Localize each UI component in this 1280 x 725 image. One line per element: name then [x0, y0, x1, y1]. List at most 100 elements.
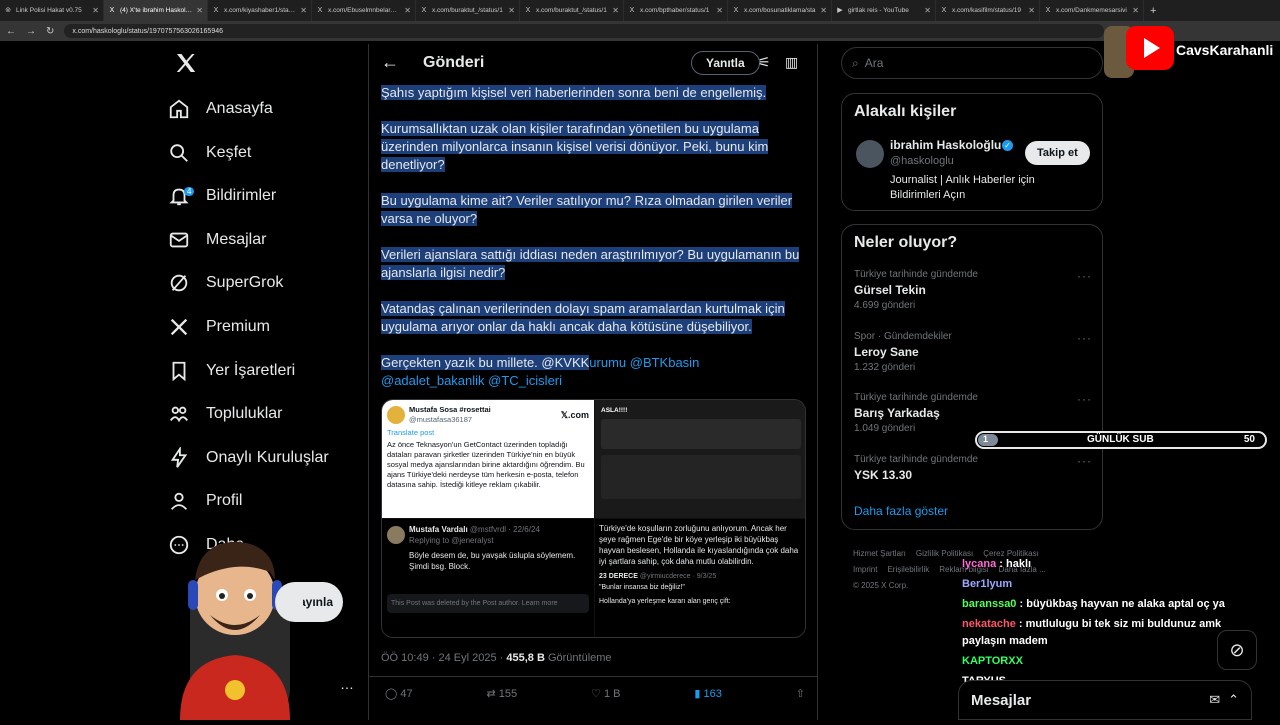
- nav-item-bell[interactable]: 4 Bildirimler: [168, 176, 368, 216]
- profile-icon: [168, 490, 190, 512]
- close-icon[interactable]: ✕: [1132, 6, 1139, 15]
- more-options-icon[interactable]: ···: [1077, 331, 1092, 345]
- footer-link[interactable]: © 2025 X Corp.: [853, 581, 908, 590]
- account-more-icon[interactable]: …: [340, 676, 354, 692]
- browser-tab[interactable]: Xx.com/bpthaber/status/1 ✕: [624, 0, 728, 21]
- repost-icon: ⇄: [486, 688, 496, 700]
- nav-item-home[interactable]: Anasayfa: [168, 89, 368, 129]
- reload-icon[interactable]: ↻: [46, 26, 54, 37]
- close-icon[interactable]: ✕: [508, 6, 515, 15]
- nav-item-lightning[interactable]: Onaylı Kuruluşlar: [168, 438, 368, 478]
- address-bar[interactable]: x.com/haskologlu/status/1970757563026165…: [64, 24, 1105, 38]
- tweet-image[interactable]: Mustafa Sosa #rosettai @mustafasa36187 𝕏.…: [381, 399, 806, 638]
- tab-favicon-icon: ▶: [837, 6, 843, 14]
- grok-icon[interactable]: ⊘: [1217, 630, 1257, 670]
- repost-action[interactable]: ⇄ 155: [487, 687, 518, 700]
- messages-drawer[interactable]: Mesajlar ✉ ⌃: [958, 680, 1252, 720]
- compose-message-icon[interactable]: ✉: [1209, 692, 1220, 708]
- more-options-icon[interactable]: ···: [1077, 454, 1092, 468]
- share-icon[interactable]: ⇧: [796, 687, 805, 700]
- close-icon[interactable]: ✕: [820, 6, 827, 15]
- reader-icon[interactable]: ▥: [785, 54, 798, 71]
- mail-icon: [168, 229, 190, 251]
- close-icon[interactable]: ✕: [92, 6, 99, 15]
- expand-icon[interactable]: ⌃: [1228, 692, 1239, 708]
- follow-button[interactable]: Takip et: [1025, 141, 1090, 165]
- browser-tab[interactable]: ▶ girtlak reis - YouTube ✕: [832, 0, 936, 21]
- search-box[interactable]: ⌕ Ara: [841, 47, 1103, 79]
- x-logo-icon[interactable]: [174, 51, 198, 80]
- tab-favicon-icon: X: [1045, 6, 1051, 14]
- reply-context: Replying to @jeneralyst: [409, 536, 494, 545]
- post-button[interactable]: Gönderi yayınla: [275, 582, 343, 622]
- trend-item[interactable]: Türkiye tarihinde gündemde Barış Yarkadaş…: [854, 392, 1092, 434]
- nav-item-profile[interactable]: Profil: [168, 481, 368, 521]
- browser-tab[interactable]: Xx.com/buraktut_/status/1 ✕: [416, 0, 520, 21]
- chat-message: baranssa0 : büyükbaş hayvan ne alaka apt…: [962, 596, 1262, 613]
- browser-tab[interactable]: Xx.com/kasifilm/status/19 ✕: [936, 0, 1040, 21]
- show-more-link[interactable]: Daha fazla göster: [854, 504, 948, 518]
- search-input[interactable]: Ara: [865, 56, 884, 70]
- tab-favicon-icon: X: [525, 6, 531, 14]
- close-icon[interactable]: ✕: [1028, 6, 1035, 15]
- nav-item-search[interactable]: Keşfet: [168, 133, 368, 173]
- like-count: 1 B: [603, 688, 621, 700]
- more-options-icon[interactable]: ···: [1077, 392, 1092, 406]
- filter-icon[interactable]: ⚟: [758, 54, 771, 71]
- browser-tab[interactable]: Xx.com/kiyashaber1/status ✕: [208, 0, 312, 21]
- footer-link[interactable]: Imprint: [853, 565, 877, 574]
- browser-tab[interactable]: Xx.com/Ebuselmnbelarus/st ✕: [312, 0, 416, 21]
- author-name: Mustafa Vardalı: [409, 525, 468, 534]
- new-tab-icon[interactable]: +: [1150, 5, 1156, 17]
- search-icon: [168, 142, 190, 164]
- nav-item-bookmark[interactable]: Yer İşaretleri: [168, 351, 368, 391]
- trend-category: Türkiye tarihinde gündemde: [854, 269, 978, 280]
- trend-name: Barış Yarkadaş: [854, 406, 940, 420]
- browser-tab[interactable]: Xx.com/bosunatiklama/sta ✕: [728, 0, 832, 21]
- bookmark-action[interactable]: ▮ 163: [694, 687, 721, 700]
- close-icon[interactable]: ✕: [196, 6, 203, 15]
- nav-item-x-logo[interactable]: Premium: [168, 307, 368, 347]
- close-icon[interactable]: ✕: [612, 6, 619, 15]
- author-handle: @mstfvrdl · 22/6/24: [469, 525, 540, 534]
- avatar: [387, 406, 405, 424]
- nav-item-mail[interactable]: Mesajlar: [168, 220, 368, 260]
- page-title: Gönderi: [423, 54, 485, 71]
- nav-label: Anasayfa: [206, 100, 273, 117]
- close-icon[interactable]: ✕: [404, 6, 411, 15]
- nav-label: Profil: [206, 492, 243, 510]
- browser-tab[interactable]: ⊚ Link Polisi Hakat v0.75 ✕: [0, 0, 104, 21]
- avatar[interactable]: [856, 140, 884, 168]
- footer-link[interactable]: Erişilebilirlik: [887, 565, 929, 574]
- forward-icon[interactable]: →: [26, 26, 36, 37]
- deleted-notice: This Post was deleted by the Post author…: [387, 594, 589, 613]
- trend-category: Türkiye tarihinde gündemde: [854, 392, 978, 403]
- tab-label: x.com/kasifilm/status/19: [952, 7, 1021, 14]
- back-icon[interactable]: ←: [6, 26, 16, 37]
- browser-tab[interactable]: Xx.com/Dankmemesarsivi ✕: [1040, 0, 1144, 21]
- reply-action[interactable]: ◯ 47: [385, 687, 413, 700]
- close-icon[interactable]: ✕: [300, 6, 307, 15]
- related-name[interactable]: ibrahim Haskoloğlu: [890, 138, 1001, 152]
- trend-item[interactable]: Spor · Gündemdekiler Leroy Sane 1.232 gönd…: [854, 331, 1092, 373]
- reply-button[interactable]: Yanıtla: [691, 51, 760, 75]
- close-icon[interactable]: ✕: [924, 6, 931, 15]
- avatar: [387, 526, 405, 544]
- trends-card: Neler oluyor? Türkiye tarihinde gündemde…: [841, 224, 1103, 530]
- browser-tab[interactable]: X (4) X'te ibrahim Haskoloğlu ✕: [104, 0, 208, 21]
- nav-item-communities[interactable]: Topluluklar: [168, 394, 368, 434]
- trend-item[interactable]: Türkiye tarihinde gündemde Gürsel Tekin 4.…: [854, 269, 1092, 311]
- footer-link[interactable]: Hizmet Şartları: [853, 549, 906, 558]
- nav-label: Onaylı Kuruluşlar: [206, 448, 329, 466]
- close-icon[interactable]: ✕: [716, 6, 723, 15]
- like-action[interactable]: ♡ 1 B: [591, 687, 620, 700]
- more-options-icon[interactable]: ···: [1077, 269, 1092, 283]
- browser-tab[interactable]: Xx.com/buraktut_/status/1 ✕: [520, 0, 624, 21]
- tweet-paragraph: Bu uygulama kime ait? Veriler satılıyor …: [381, 193, 793, 226]
- back-arrow-icon[interactable]: ←: [381, 52, 399, 73]
- nav-item-grok[interactable]: SuperGrok: [168, 263, 368, 303]
- nav-label: Keşfet: [206, 143, 252, 161]
- tab-favicon-icon: ⊚: [5, 6, 11, 14]
- trend-item[interactable]: Türkiye tarihinde gündemde YSK 13.30 ···: [854, 454, 1092, 485]
- card-title: Neler oluyor?: [854, 234, 958, 251]
